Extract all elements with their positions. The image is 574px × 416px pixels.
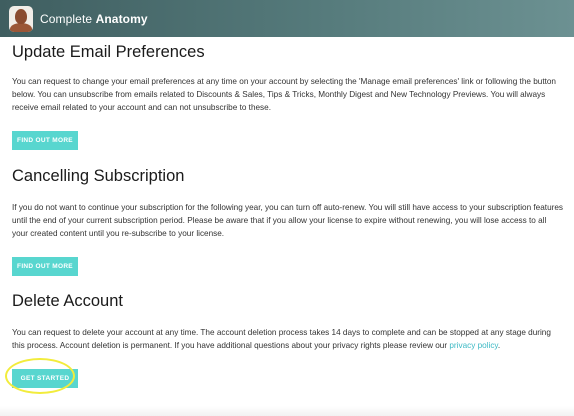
email-preferences-heading: Update Email Preferences: [12, 43, 205, 61]
email-preferences-find-out-more-button[interactable]: FIND OUT MORE: [12, 131, 78, 150]
bottom-edge: [0, 406, 574, 416]
delete-account-text: You can request to delete your account a…: [12, 326, 564, 352]
brand-strong: Anatomy: [95, 11, 148, 26]
app-brand[interactable]: Complete Anatomy: [40, 12, 148, 26]
cancelling-subscription-text: If you do not want to continue your subs…: [12, 203, 563, 238]
user-avatar-icon[interactable]: [9, 5, 33, 32]
top-bar: Complete Anatomy: [0, 0, 574, 37]
privacy-policy-link[interactable]: privacy policy: [449, 341, 498, 350]
avatar-head: [15, 8, 27, 24]
email-preferences-text: You can request to change your email pre…: [12, 77, 556, 112]
brand-prefix: Complete: [40, 11, 93, 26]
avatar-shoulders: [10, 22, 32, 32]
cancelling-subscription-heading: Cancelling Subscription: [12, 167, 185, 185]
delete-account-text-after-link: .: [497, 341, 501, 350]
cancelling-subscription-find-out-more-button[interactable]: FIND OUT MORE: [12, 257, 78, 276]
delete-account-heading: Delete Account: [12, 292, 123, 310]
get-started-button[interactable]: GET STARTED: [12, 369, 78, 388]
